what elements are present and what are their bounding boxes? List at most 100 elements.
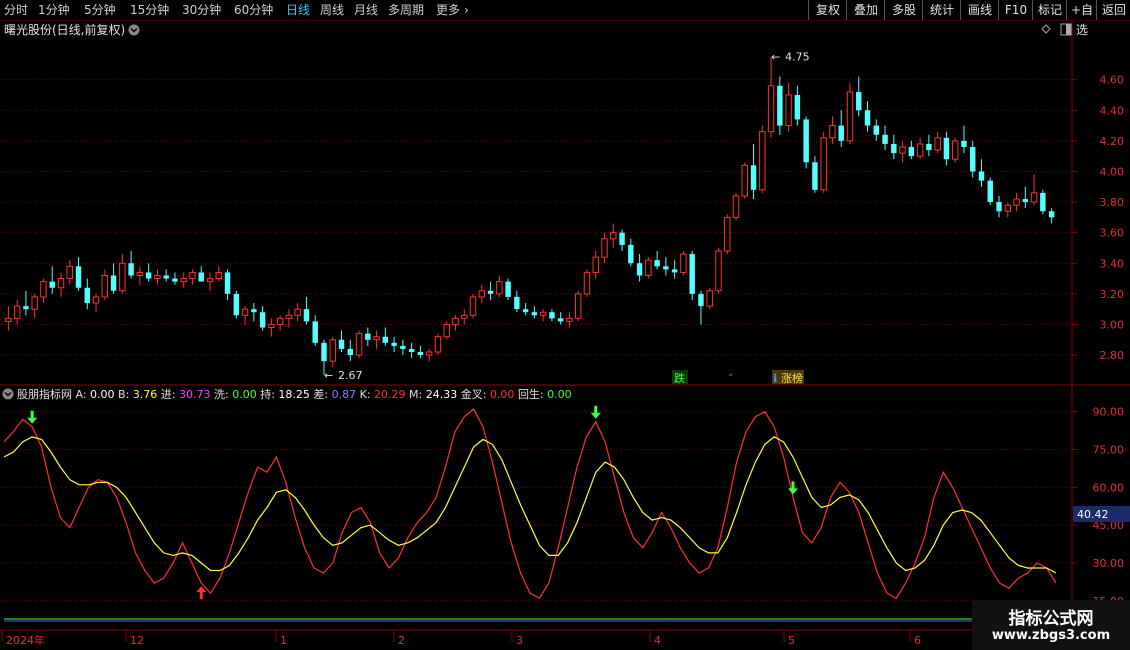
period-60min[interactable]: 60分钟: [234, 2, 273, 18]
candle[interactable]: [1022, 186, 1029, 209]
candle[interactable]: [66, 260, 73, 285]
period-30min[interactable]: 30分钟: [182, 2, 221, 18]
candle[interactable]: [820, 131, 827, 193]
candle[interactable]: [268, 318, 275, 337]
chevron-right-icon[interactable]: ›: [464, 2, 469, 18]
candle[interactable]: [987, 177, 993, 206]
candle[interactable]: [417, 345, 424, 359]
candle[interactable]: [996, 195, 1002, 218]
candle[interactable]: [557, 312, 564, 325]
period-fenshi[interactable]: 分时: [4, 2, 28, 18]
candle[interactable]: [40, 278, 47, 304]
candle[interactable]: [294, 303, 301, 322]
diamond-icon[interactable]: [1041, 24, 1051, 34]
period-daily[interactable]: 日线: [286, 2, 310, 18]
candle[interactable]: [794, 85, 801, 126]
mark-button[interactable]: 标记: [1032, 0, 1067, 20]
candle[interactable]: [566, 312, 573, 328]
candle[interactable]: [715, 247, 722, 294]
candle[interactable]: [619, 229, 625, 252]
candle[interactable]: [592, 251, 599, 279]
candle[interactable]: [741, 162, 749, 199]
candle[interactable]: [934, 131, 941, 154]
candle[interactable]: [759, 125, 766, 193]
candle[interactable]: [505, 278, 511, 300]
candle[interactable]: [75, 257, 82, 291]
candle[interactable]: [180, 272, 187, 288]
candle[interactable]: [514, 290, 520, 313]
candle[interactable]: [13, 299, 21, 325]
candle[interactable]: [241, 306, 249, 325]
candle[interactable]: [1013, 192, 1020, 212]
candle[interactable]: [732, 192, 740, 221]
chevron-down-icon[interactable]: [128, 24, 140, 36]
candle[interactable]: [522, 303, 529, 316]
info-icon[interactable]: ℹ: [773, 372, 777, 385]
candle[interactable]: [84, 278, 91, 310]
candle[interactable]: [829, 116, 836, 144]
candle[interactable]: [531, 306, 538, 319]
candle[interactable]: [961, 125, 967, 154]
candle[interactable]: [706, 287, 713, 310]
candle[interactable]: [846, 82, 854, 144]
candle[interactable]: [873, 119, 880, 141]
candle[interactable]: [478, 284, 486, 304]
candle[interactable]: [628, 238, 634, 267]
candle[interactable]: [259, 306, 266, 331]
candle[interactable]: [400, 339, 406, 356]
period-monthly[interactable]: 月线: [354, 2, 378, 18]
candle[interactable]: [338, 330, 345, 352]
candle[interactable]: [382, 327, 389, 346]
candle[interactable]: [145, 263, 152, 282]
candle[interactable]: [803, 116, 809, 169]
candle[interactable]: [539, 309, 547, 322]
candle[interactable]: [1030, 174, 1038, 206]
candle[interactable]: [434, 333, 442, 356]
candle[interactable]: [57, 272, 65, 297]
candle[interactable]: [689, 251, 695, 300]
candle[interactable]: [233, 290, 240, 319]
fuquan-button[interactable]: 复权: [808, 0, 847, 20]
candle[interactable]: [128, 251, 134, 279]
candle[interactable]: [785, 82, 792, 132]
candle[interactable]: [110, 263, 117, 294]
candle[interactable]: [496, 275, 503, 297]
indicator-series[interactable]: [3, 408, 1057, 600]
candle[interactable]: [373, 330, 380, 349]
chart-canvas[interactable]: 曙光股份(日线,前复权) 4.60 4.40 4.20 4.00 3.80 3.60 3.4…: [0, 20, 1130, 650]
candle[interactable]: [916, 137, 924, 160]
candle[interactable]: [487, 281, 494, 300]
candlestick-series[interactable]: [5, 56, 1055, 375]
candle[interactable]: [154, 269, 161, 285]
add-favorite-button[interactable]: +自选: [1066, 0, 1097, 37]
candle[interactable]: [1004, 202, 1012, 218]
candle[interactable]: [163, 269, 169, 282]
candle[interactable]: [750, 143, 757, 199]
candle[interactable]: [408, 342, 415, 359]
candle[interactable]: [303, 296, 310, 325]
stats-button[interactable]: 统计: [922, 0, 961, 20]
candle[interactable]: [926, 134, 932, 157]
candle[interactable]: [425, 348, 433, 362]
candle[interactable]: [680, 251, 687, 276]
candle[interactable]: [812, 156, 818, 193]
candle[interactable]: [864, 101, 871, 132]
candle[interactable]: [31, 293, 38, 319]
candle[interactable]: [136, 266, 144, 285]
candle[interactable]: [92, 293, 100, 313]
candle[interactable]: [1040, 189, 1046, 215]
period-multi[interactable]: 多周期: [388, 2, 424, 18]
indicator-menu-icon[interactable]: [2, 388, 14, 400]
draw-line-button[interactable]: 画线: [960, 0, 999, 20]
candle[interactable]: [215, 266, 223, 282]
candle[interactable]: [767, 56, 775, 138]
candle[interactable]: [663, 257, 669, 276]
candle[interactable]: [908, 140, 915, 160]
panel-toggle-icon[interactable]: [1060, 23, 1072, 36]
indicator-line-m[interactable]: [3, 436, 1057, 574]
candle[interactable]: [443, 321, 450, 340]
candle[interactable]: [355, 330, 363, 359]
candle[interactable]: [899, 140, 906, 163]
candle[interactable]: [891, 134, 897, 160]
candle[interactable]: [951, 137, 959, 163]
